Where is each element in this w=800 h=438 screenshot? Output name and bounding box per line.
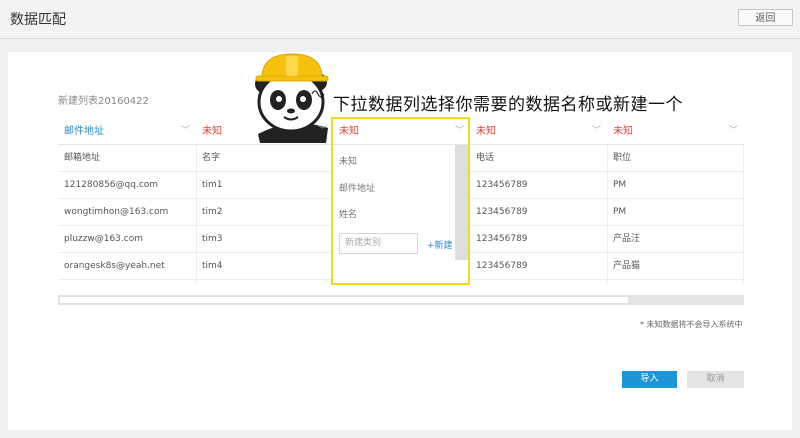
column-type-dropdown: 未知 邮件地址 姓名 [334, 145, 469, 282]
column-header-select[interactable]: 未知 ﹀ [607, 118, 744, 145]
column-divider [196, 145, 197, 282]
table-cell: 123456789 [470, 172, 607, 199]
header-bar: 数据匹配 返回 [0, 0, 800, 39]
table-cell: PM [607, 172, 744, 199]
column-phone: 未知 ﹀ 电话 123456789 123456789 123456789 12… [470, 118, 607, 282]
table-cell: wongtimhon@163.com [58, 199, 196, 226]
table-cell: 产品汪 [607, 226, 744, 253]
chevron-down-icon: ﹀ [728, 126, 738, 136]
column-header-label: 未知 [476, 126, 496, 137]
column-divider [607, 145, 608, 282]
table-cell: PM [607, 199, 744, 226]
column-title: 未知 ﹀ 职位 PM PM 产品汪 产品猫 [607, 118, 744, 282]
dropdown-option[interactable]: 未知 [339, 154, 357, 167]
new-category-button[interactable]: +新建 [427, 238, 453, 251]
table-cell: tim4 [196, 253, 333, 280]
scrollbar-thumb[interactable] [60, 297, 628, 303]
horizontal-scrollbar[interactable] [58, 295, 744, 305]
table-cell: orangesk8s@yeah.net [58, 253, 196, 280]
chevron-down-icon: ﹀ [317, 126, 327, 136]
dropdown-option[interactable]: 姓名 [339, 207, 357, 220]
chevron-down-icon: ﹀ [180, 126, 190, 136]
table-cell: 名字 [196, 145, 333, 172]
table-cell: 邮箱地址 [58, 145, 196, 172]
column-divider [743, 145, 744, 282]
chevron-down-icon: ﹀ [454, 126, 464, 136]
table-cell: pluzzw@163.com [58, 226, 196, 253]
new-category-input[interactable]: 新建类别 [339, 233, 418, 254]
column-header-select[interactable]: 未知 ﹀ [196, 118, 333, 145]
column-header-select[interactable]: 邮件地址 ﹀ [58, 118, 196, 145]
cancel-button[interactable]: 取消 [687, 371, 744, 388]
instruction-callout: 下拉数据列选择你需要的数据名称或新建一个 [333, 95, 683, 115]
column-header-label: 未知 [613, 126, 633, 137]
table-cell: 电话 [470, 145, 607, 172]
table-cell: tim1 [196, 172, 333, 199]
table-cell: 123456789 [470, 199, 607, 226]
column-header-label: 邮件地址 [64, 126, 104, 137]
import-button[interactable]: 导入 [622, 371, 677, 388]
table-cell: 产品猫 [607, 253, 744, 280]
table-cell: 123456789 [470, 226, 607, 253]
chevron-down-icon: ﹀ [591, 126, 601, 136]
dropdown-option[interactable]: 邮件地址 [339, 181, 375, 194]
unknown-data-note: * 未知数据将不会导入系统中 [640, 320, 743, 329]
table-cell: tim2 [196, 199, 333, 226]
dropdown-scrollbar[interactable] [455, 145, 468, 260]
table-cell: 123456789 [470, 253, 607, 280]
list-name: 新建列表20160422 [58, 96, 149, 107]
column-header-label: 未知 [339, 126, 359, 137]
table-cell: tim3 [196, 226, 333, 253]
column-header-select[interactable]: 未知 ﹀ [333, 118, 470, 145]
column-email: 邮件地址 ﹀ 邮箱地址 121280856@qq.com wongtimhon@… [58, 118, 196, 282]
page-title: 数据匹配 [10, 12, 66, 28]
column-name: 未知 ﹀ 名字 tim1 tim2 tim3 tim4 [196, 118, 333, 282]
column-header-select[interactable]: 未知 ﹀ [470, 118, 607, 145]
column-header-label: 未知 [202, 126, 222, 137]
back-button[interactable]: 返回 [738, 9, 793, 26]
table-cell: 职位 [607, 145, 744, 172]
table-cell: 121280856@qq.com [58, 172, 196, 199]
